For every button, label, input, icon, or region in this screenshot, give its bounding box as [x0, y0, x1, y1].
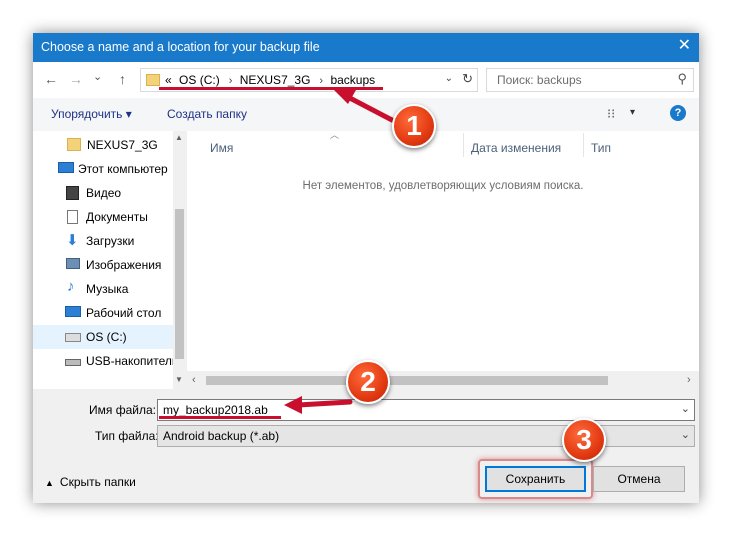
- annotation-arrow: [284, 396, 353, 414]
- annotation-arrow: [334, 90, 395, 123]
- annotation-badge-1: 1: [392, 104, 436, 148]
- annotation-badge-3: 3: [562, 418, 606, 462]
- annotation-arrows: [284, 90, 395, 414]
- annotation-badge-2: 2: [346, 360, 390, 404]
